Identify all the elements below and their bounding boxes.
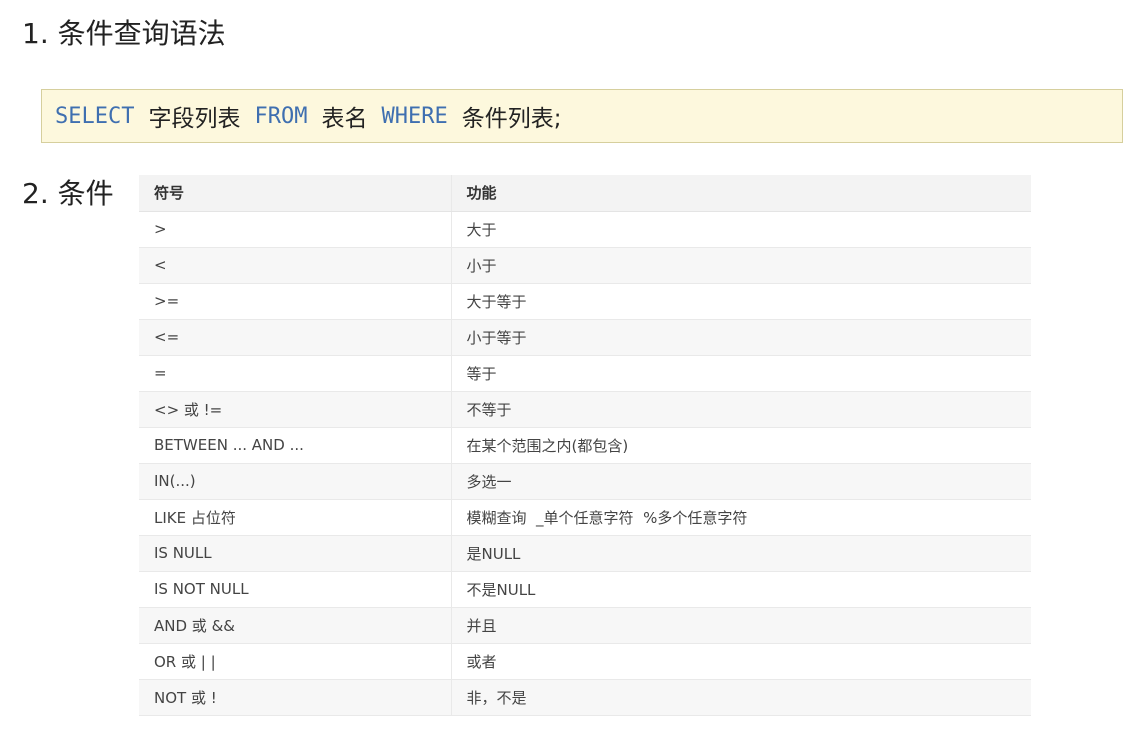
function-cell: 是NULL: [451, 535, 1031, 572]
function-cell: 非，不是: [451, 679, 1031, 716]
function-cell: 不是NULL: [451, 571, 1031, 608]
symbol-cell: AND 或 &&: [139, 607, 452, 644]
table-row: AND 或 && 并且: [139, 607, 1031, 644]
symbol-cell: >: [139, 211, 452, 248]
function-cell: 等于: [451, 355, 1031, 392]
symbol-cell: IS NULL: [139, 535, 452, 572]
section-title-syntax: 1. 条件查询语法: [22, 17, 226, 50]
table-row: <> 或 != 不等于: [139, 391, 1031, 428]
symbol-cell: <: [139, 247, 452, 284]
symbol-cell: LIKE 占位符: [139, 499, 452, 536]
section-title-conditions: 2. 条件: [22, 177, 114, 210]
function-cell: 在某个范围之内(都包含): [451, 427, 1031, 464]
function-cell: 小于: [451, 247, 1031, 284]
keyword-select: SELECT: [55, 103, 135, 129]
function-cell: 小于等于: [451, 319, 1031, 356]
symbol-cell: IN(...): [139, 463, 452, 500]
table-row: = 等于: [139, 355, 1031, 392]
function-cell: 模糊查询 _单个任意字符 %多个任意字符: [451, 499, 1031, 536]
code-conditions: 条件列表;: [461, 106, 562, 132]
table-row: < 小于: [139, 247, 1031, 284]
code-fields: 字段列表: [148, 106, 241, 132]
symbol-cell: >=: [139, 283, 452, 320]
keyword-where: WHERE: [381, 103, 448, 129]
table-row: > 大于: [139, 211, 1031, 248]
function-cell: 不等于: [451, 391, 1031, 428]
table-header-row: 符号 功能: [139, 175, 1031, 212]
function-cell: 大于: [451, 211, 1031, 248]
function-cell: 大于等于: [451, 283, 1031, 320]
symbol-cell: <=: [139, 319, 452, 356]
table-row: NOT 或 ! 非，不是: [139, 679, 1031, 716]
symbol-cell: OR 或 | |: [139, 643, 452, 680]
table-row: LIKE 占位符 模糊查询 _单个任意字符 %多个任意字符: [139, 499, 1031, 536]
page: 1. 条件查询语法 SELECT 字段列表 FROM 表名 WHERE 条件列表; 2. …: [0, 0, 1134, 742]
function-cell: 多选一: [451, 463, 1031, 500]
header-function: 功能: [451, 175, 1031, 212]
table-row: OR 或 | | 或者: [139, 643, 1031, 680]
code-table-name: 表名: [321, 106, 368, 132]
table-row: >= 大于等于: [139, 283, 1031, 320]
table-row: IN(...) 多选一: [139, 463, 1031, 500]
symbol-cell: <> 或 !=: [139, 391, 452, 428]
function-cell: 或者: [451, 643, 1031, 680]
sql-syntax-code-block: SELECT 字段列表 FROM 表名 WHERE 条件列表;: [41, 89, 1123, 143]
header-symbol: 符号: [139, 175, 452, 212]
table-row: IS NOT NULL 不是NULL: [139, 571, 1031, 608]
table-row: <= 小于等于: [139, 319, 1031, 356]
conditions-table: 符号 功能 > 大于 < 小于 >= 大于等于 <= 小于等于 = 等于 <> …: [139, 175, 1031, 716]
function-cell: 并且: [451, 607, 1031, 644]
table-row: IS NULL 是NULL: [139, 535, 1031, 572]
symbol-cell: =: [139, 355, 452, 392]
symbol-cell: BETWEEN ... AND ...: [139, 427, 452, 464]
symbol-cell: IS NOT NULL: [139, 571, 452, 608]
keyword-from: FROM: [254, 103, 308, 129]
table-row: BETWEEN ... AND ... 在某个范围之内(都包含): [139, 427, 1031, 464]
symbol-cell: NOT 或 !: [139, 679, 452, 716]
